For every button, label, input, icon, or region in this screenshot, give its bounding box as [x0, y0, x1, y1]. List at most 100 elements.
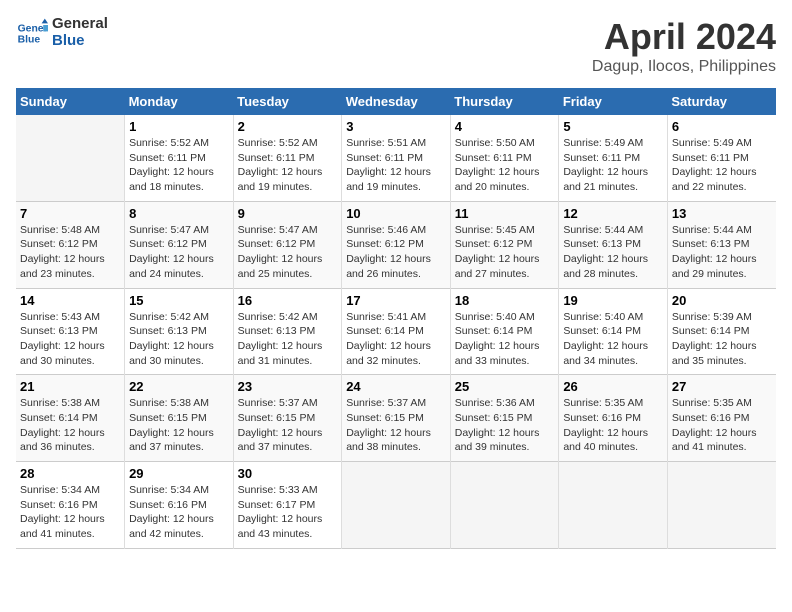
weekday-header-friday: Friday: [559, 88, 668, 115]
calendar-cell: 12Sunrise: 5:44 AM Sunset: 6:13 PM Dayli…: [559, 201, 668, 288]
day-number: 25: [455, 379, 555, 394]
day-info: Sunrise: 5:38 AM Sunset: 6:15 PM Dayligh…: [129, 396, 229, 455]
day-info: Sunrise: 5:42 AM Sunset: 6:13 PM Dayligh…: [129, 310, 229, 369]
day-info: Sunrise: 5:44 AM Sunset: 6:13 PM Dayligh…: [563, 223, 663, 282]
day-info: Sunrise: 5:39 AM Sunset: 6:14 PM Dayligh…: [672, 310, 772, 369]
calendar-cell: 8 Sunrise: 5:47 AM Sunset: 6:12 PM Daylig…: [125, 201, 234, 288]
day-number: 16: [238, 293, 338, 308]
day-info: Sunrise: 5:52 AM Sunset: 6:11 PM Dayligh…: [238, 136, 338, 195]
day-number: 19: [563, 293, 663, 308]
calendar-cell: [342, 462, 451, 549]
day-info: Sunrise: 5:45 AM Sunset: 6:12 PM Dayligh…: [455, 223, 555, 282]
calendar-cell: [450, 462, 559, 549]
calendar-cell: 14Sunrise: 5:43 AM Sunset: 6:13 PM Dayli…: [16, 288, 125, 375]
day-info: Sunrise: 5:47 AM Sunset: 6:12 PM Dayligh…: [129, 223, 229, 282]
day-info: Sunrise: 5:37 AM Sunset: 6:15 PM Dayligh…: [238, 396, 338, 455]
logo: General Blue General Blue: [16, 16, 108, 49]
day-info: Sunrise: 5:34 AM Sunset: 6:16 PM Dayligh…: [20, 483, 120, 542]
calendar-cell: 25 Sunrise: 5:36 AM Sunset: 6:15 PM Dayli…: [450, 375, 559, 462]
calendar-cell: 16 Sunrise: 5:42 AM Sunset: 6:13 PM Dayli…: [233, 288, 342, 375]
day-info: Sunrise: 5:40 AM Sunset: 6:14 PM Dayligh…: [563, 310, 663, 369]
logo-text-blue: Blue: [52, 33, 108, 50]
header: General Blue General Blue April 2024 Dag…: [16, 16, 776, 76]
calendar-cell: 30 Sunrise: 5:33 AM Sunset: 6:17 PM Dayli…: [233, 462, 342, 549]
calendar-cell: 6Sunrise: 5:49 AM Sunset: 6:11 PM Daylig…: [667, 115, 776, 201]
day-number: 9: [238, 206, 338, 221]
week-row-4: 21 Sunrise: 5:38 AM Sunset: 6:14 PM Dayli…: [16, 375, 776, 462]
day-number: 2: [238, 119, 338, 134]
calendar-cell: 26 Sunrise: 5:35 AM Sunset: 6:16 PM Dayli…: [559, 375, 668, 462]
week-row-5: 28 Sunrise: 5:34 AM Sunset: 6:16 PM Dayli…: [16, 462, 776, 549]
day-info: Sunrise: 5:36 AM Sunset: 6:15 PM Dayligh…: [455, 396, 555, 455]
day-number: 3: [346, 119, 446, 134]
calendar-cell: 20 Sunrise: 5:39 AM Sunset: 6:14 PM Dayli…: [667, 288, 776, 375]
weekday-header-wednesday: Wednesday: [342, 88, 451, 115]
calendar-cell: 27 Sunrise: 5:35 AM Sunset: 6:16 PM Dayli…: [667, 375, 776, 462]
day-number: 21: [20, 379, 120, 394]
day-info: Sunrise: 5:41 AM Sunset: 6:14 PM Dayligh…: [346, 310, 446, 369]
calendar-cell: 4 Sunrise: 5:50 AM Sunset: 6:11 PM Daylig…: [450, 115, 559, 201]
calendar-cell: 2 Sunrise: 5:52 AM Sunset: 6:11 PM Daylig…: [233, 115, 342, 201]
day-info: Sunrise: 5:44 AM Sunset: 6:13 PM Dayligh…: [672, 223, 772, 282]
calendar-cell: 11 Sunrise: 5:45 AM Sunset: 6:12 PM Dayli…: [450, 201, 559, 288]
calendar-cell: 23 Sunrise: 5:37 AM Sunset: 6:15 PM Dayli…: [233, 375, 342, 462]
svg-text:Blue: Blue: [18, 34, 41, 45]
day-number: 14: [20, 293, 120, 308]
day-number: 24: [346, 379, 446, 394]
calendar-cell: 29Sunrise: 5:34 AM Sunset: 6:16 PM Dayli…: [125, 462, 234, 549]
day-info: Sunrise: 5:51 AM Sunset: 6:11 PM Dayligh…: [346, 136, 446, 195]
calendar-cell: 24 Sunrise: 5:37 AM Sunset: 6:15 PM Dayli…: [342, 375, 451, 462]
day-number: 11: [455, 206, 555, 221]
day-info: Sunrise: 5:49 AM Sunset: 6:11 PM Dayligh…: [672, 136, 772, 195]
day-number: 20: [672, 293, 772, 308]
calendar-cell: 3 Sunrise: 5:51 AM Sunset: 6:11 PM Daylig…: [342, 115, 451, 201]
day-info: Sunrise: 5:40 AM Sunset: 6:14 PM Dayligh…: [455, 310, 555, 369]
day-number: 28: [20, 466, 120, 481]
calendar-cell: 18 Sunrise: 5:40 AM Sunset: 6:14 PM Dayli…: [450, 288, 559, 375]
calendar-cell: [559, 462, 668, 549]
day-number: 8: [129, 206, 229, 221]
calendar-cell: 19 Sunrise: 5:40 AM Sunset: 6:14 PM Dayli…: [559, 288, 668, 375]
calendar-cell: 17Sunrise: 5:41 AM Sunset: 6:14 PM Dayli…: [342, 288, 451, 375]
logo-text-general: General: [52, 16, 108, 33]
day-number: 4: [455, 119, 555, 134]
day-info: Sunrise: 5:50 AM Sunset: 6:11 PM Dayligh…: [455, 136, 555, 195]
day-number: 5: [563, 119, 663, 134]
weekday-header-sunday: Sunday: [16, 88, 125, 115]
weekday-header-row: SundayMondayTuesdayWednesdayThursdayFrid…: [16, 88, 776, 115]
day-number: 29: [129, 466, 229, 481]
day-info: Sunrise: 5:37 AM Sunset: 6:15 PM Dayligh…: [346, 396, 446, 455]
day-number: 30: [238, 466, 338, 481]
weekday-header-tuesday: Tuesday: [233, 88, 342, 115]
day-info: Sunrise: 5:35 AM Sunset: 6:16 PM Dayligh…: [672, 396, 772, 455]
logo-icon: General Blue: [16, 17, 48, 49]
day-info: Sunrise: 5:49 AM Sunset: 6:11 PM Dayligh…: [563, 136, 663, 195]
day-info: Sunrise: 5:38 AM Sunset: 6:14 PM Dayligh…: [20, 396, 120, 455]
day-number: 1: [129, 119, 229, 134]
day-info: Sunrise: 5:42 AM Sunset: 6:13 PM Dayligh…: [238, 310, 338, 369]
day-number: 26: [563, 379, 663, 394]
calendar-cell: 13 Sunrise: 5:44 AM Sunset: 6:13 PM Dayli…: [667, 201, 776, 288]
day-info: Sunrise: 5:33 AM Sunset: 6:17 PM Dayligh…: [238, 483, 338, 542]
calendar-cell: 15Sunrise: 5:42 AM Sunset: 6:13 PM Dayli…: [125, 288, 234, 375]
weekday-header-monday: Monday: [125, 88, 234, 115]
week-row-1: 1 Sunrise: 5:52 AM Sunset: 6:11 PM Daylig…: [16, 115, 776, 201]
day-info: Sunrise: 5:48 AM Sunset: 6:12 PM Dayligh…: [20, 223, 120, 282]
title-area: April 2024 Dagup, Ilocos, Philippines: [592, 16, 776, 76]
page-subtitle: Dagup, Ilocos, Philippines: [592, 58, 776, 76]
week-row-2: 7Sunrise: 5:48 AM Sunset: 6:12 PM Daylig…: [16, 201, 776, 288]
calendar-cell: 10Sunrise: 5:46 AM Sunset: 6:12 PM Dayli…: [342, 201, 451, 288]
day-number: 27: [672, 379, 772, 394]
day-number: 18: [455, 293, 555, 308]
day-info: Sunrise: 5:35 AM Sunset: 6:16 PM Dayligh…: [563, 396, 663, 455]
day-number: 23: [238, 379, 338, 394]
calendar-cell: [16, 115, 125, 201]
day-number: 13: [672, 206, 772, 221]
calendar-cell: 7Sunrise: 5:48 AM Sunset: 6:12 PM Daylig…: [16, 201, 125, 288]
calendar-cell: 21 Sunrise: 5:38 AM Sunset: 6:14 PM Dayli…: [16, 375, 125, 462]
page-title: April 2024: [592, 16, 776, 58]
calendar-cell: 5 Sunrise: 5:49 AM Sunset: 6:11 PM Daylig…: [559, 115, 668, 201]
day-number: 10: [346, 206, 446, 221]
day-info: Sunrise: 5:52 AM Sunset: 6:11 PM Dayligh…: [129, 136, 229, 195]
calendar-cell: [667, 462, 776, 549]
